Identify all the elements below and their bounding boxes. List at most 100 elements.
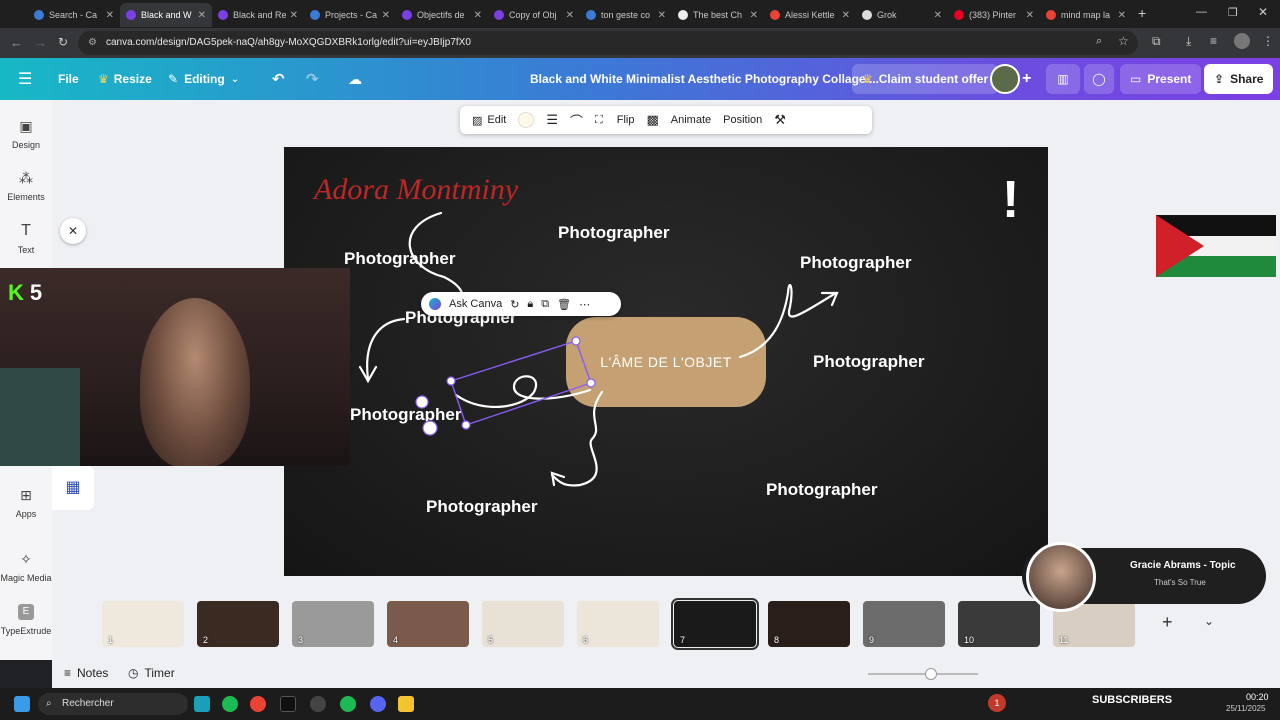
editing-mode-button[interactable]: ✎ Editing ⌄	[168, 58, 239, 100]
spotify-icon[interactable]	[340, 696, 356, 712]
browser-tab[interactable]: (383) Pinter ✕	[948, 3, 1040, 27]
ask-canva-button[interactable]: Ask Canva	[449, 298, 502, 310]
notes-button[interactable]: ≡ Notes	[64, 666, 108, 680]
zoom-slider[interactable]	[868, 673, 978, 675]
timer-button[interactable]: ◷ Timer	[128, 666, 175, 680]
resize-button[interactable]: ♛ Resize	[98, 58, 152, 100]
sidebar-item-typeextrude[interactable]: E TypeExtrude	[0, 604, 52, 636]
browser-tab[interactable]: Black and Re ✕	[212, 3, 304, 27]
add-collaborator-icon[interactable]: +	[1022, 58, 1031, 100]
browser-tab[interactable]: Copy of Obj ✕	[488, 3, 580, 27]
sidebar-item-apps[interactable]: ⊞ Apps	[0, 487, 52, 519]
page-thumbnail[interactable]: 6	[577, 601, 659, 647]
sidebar-item-text[interactable]: T Text	[0, 223, 52, 256]
close-icon[interactable]: ✕	[290, 10, 298, 21]
trash-icon[interactable]: 🗑︎	[557, 298, 571, 311]
comment-icon[interactable]: ◯	[1084, 64, 1114, 94]
page-thumbnail-selected[interactable]: 7	[671, 598, 759, 650]
connector-arrows[interactable]	[284, 147, 1048, 576]
design-canvas[interactable]: Adora Montminy ! Photographer Photograph…	[284, 147, 1048, 576]
table-app-icon[interactable]: ▦	[52, 466, 94, 510]
reload-icon[interactable]: ↻	[58, 35, 68, 49]
maximize-icon[interactable]: ❐	[1228, 6, 1238, 19]
browser-tab[interactable]: ton geste co ✕	[580, 3, 672, 27]
back-icon[interactable]: ←	[10, 35, 23, 50]
user-avatar[interactable]	[990, 64, 1020, 94]
close-icon[interactable]: ✕	[934, 10, 942, 21]
close-icon[interactable]: ✕	[382, 10, 390, 21]
page-thumbnail[interactable]: 5	[482, 601, 564, 647]
sidebar-item-design[interactable]: ▣ Design	[0, 118, 52, 150]
add-page-icon[interactable]: +	[1162, 612, 1173, 633]
zoom-icon[interactable]: ⌕	[1096, 35, 1102, 48]
present-button[interactable]: ▭ Present	[1120, 64, 1202, 94]
document-title[interactable]: Black and White Minimalist Aesthetic Pho…	[530, 58, 879, 100]
close-icon[interactable]: ✕	[1026, 10, 1034, 21]
browser-tab[interactable]: Objectifs de ✕	[396, 3, 488, 27]
more-menu-icon[interactable]: ⋮	[1262, 34, 1274, 48]
hamburger-menu-icon[interactable]: ☰	[18, 58, 32, 100]
animate-button[interactable]: Animate	[671, 114, 711, 126]
page-thumbnail[interactable]: 1	[102, 601, 184, 647]
duplicate-icon[interactable]: ⧉	[541, 298, 549, 311]
claim-student-offer-button[interactable]: ♛ Claim student offer	[852, 64, 999, 94]
browser-tab[interactable]: The best Ch ✕	[672, 3, 764, 27]
page-thumbnail[interactable]: 9	[863, 601, 945, 647]
line-weight-icon[interactable]: ☰	[546, 112, 558, 128]
sidebar-item-magic-media[interactable]: ✧ Magic Media	[0, 551, 52, 583]
page-thumbnail[interactable]: 4	[387, 601, 469, 647]
notification-badge[interactable]: 1	[988, 694, 1006, 712]
paint-roller-icon[interactable]: ⚒	[774, 112, 786, 128]
cloud-save-icon[interactable]: ☁	[348, 58, 362, 100]
insights-icon[interactable]: ▥	[1046, 64, 1080, 94]
flip-button[interactable]: ⛶ Flip	[595, 114, 634, 127]
site-info-icon[interactable]: ⚙	[88, 31, 97, 55]
position-button[interactable]: Position	[723, 114, 762, 126]
chrome-icon[interactable]	[250, 696, 266, 712]
page-thumbnail[interactable]: 10	[958, 601, 1040, 647]
browser-tab[interactable]: Projects - Ca ✕	[304, 3, 396, 27]
windows-start-icon[interactable]	[14, 696, 30, 712]
redo-icon[interactable]: ↷	[306, 58, 319, 100]
browser-tab[interactable]: mind map la ✕	[1040, 3, 1132, 27]
sidebar-item-elements[interactable]: ⁂ Elements	[0, 170, 52, 202]
page-thumbnail[interactable]: 8	[768, 601, 850, 647]
page-thumbnail[interactable]: 3	[292, 601, 374, 647]
tune-icon[interactable]: ≡	[1210, 34, 1217, 48]
close-icon[interactable]: ✕	[106, 10, 114, 21]
browser-tab[interactable]: Grok ✕	[856, 3, 948, 27]
forward-icon[interactable]: →	[34, 35, 47, 50]
chevron-down-icon[interactable]: ⌄	[1204, 614, 1214, 628]
window-close-icon[interactable]: ✕	[1258, 5, 1268, 19]
discord-icon[interactable]	[370, 696, 386, 712]
minimize-icon[interactable]: —	[1196, 6, 1207, 18]
spotify-icon[interactable]	[222, 696, 238, 712]
lock-icon[interactable]: 🔒︎	[527, 298, 533, 311]
close-icon[interactable]: ✕	[658, 10, 666, 21]
close-icon[interactable]: ✕	[1118, 10, 1126, 21]
refresh-icon[interactable]: ↻	[510, 298, 519, 311]
tiktok-icon[interactable]	[280, 696, 296, 712]
new-tab-icon[interactable]: +	[1138, 5, 1146, 21]
transparency-icon[interactable]: ▩	[646, 112, 658, 128]
bookmark-star-icon[interactable]: ☆	[1118, 34, 1129, 48]
edge-icon[interactable]	[194, 696, 210, 712]
close-icon[interactable]: ✕	[566, 10, 574, 21]
browser-tab-active[interactable]: Black and W ✕	[120, 3, 212, 27]
crop-icon[interactable]: ⛶	[595, 114, 603, 127]
close-icon[interactable]: ✕	[474, 10, 482, 21]
download-icon[interactable]: ⤓	[1186, 34, 1191, 49]
edit-button[interactable]: ▨ Edit	[472, 114, 506, 127]
file-menu[interactable]: File	[58, 58, 79, 100]
close-icon[interactable]: ✕	[842, 10, 850, 21]
undo-icon[interactable]: ↶	[272, 58, 285, 100]
extensions-icon[interactable]: ⧉	[1152, 34, 1161, 49]
more-options-icon[interactable]: ⋯	[579, 298, 590, 311]
obs-icon[interactable]	[310, 696, 326, 712]
close-icon[interactable]: ✕	[750, 10, 758, 21]
profile-avatar[interactable]	[1234, 33, 1250, 49]
zoom-slider-thumb[interactable]	[925, 668, 937, 680]
browser-tab[interactable]: Search - Ca ✕	[28, 3, 120, 27]
share-button[interactable]: ⇪ Share	[1204, 64, 1274, 94]
url-input[interactable]: ⚙ canva.com/design/DAG5pek-naQ/ah8gy-MoX…	[78, 31, 1138, 55]
